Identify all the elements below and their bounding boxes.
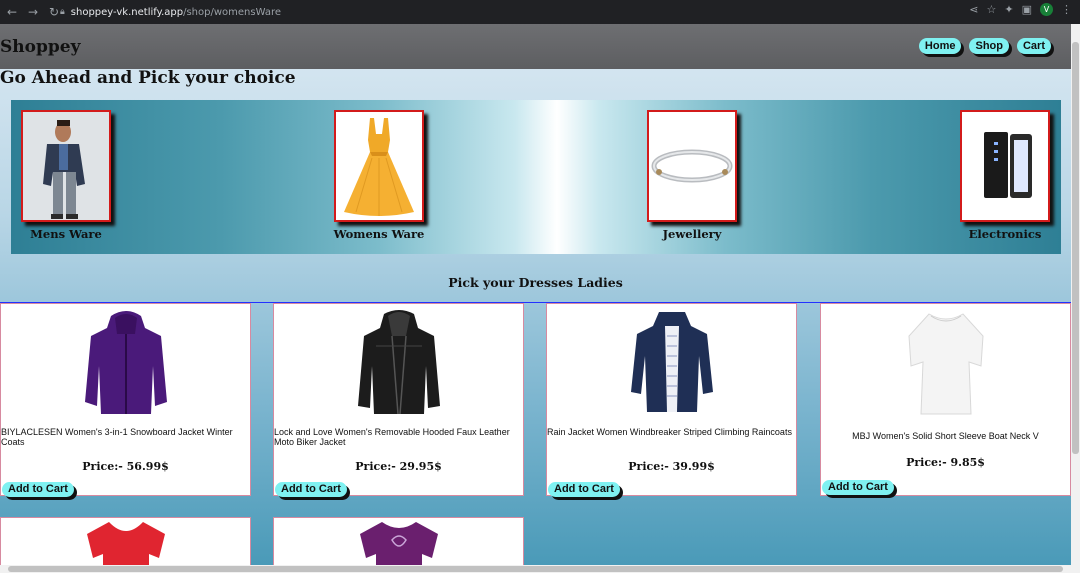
red-tshirt-image[interactable] xyxy=(1,518,250,565)
power-bank-image[interactable] xyxy=(960,110,1050,222)
forward-arrow-icon[interactable]: → xyxy=(24,3,42,21)
menu-kebab-icon[interactable]: ⋮ xyxy=(1061,3,1072,16)
main-nav: Home Shop Cart xyxy=(918,38,1051,54)
add-to-cart-button[interactable]: Add to Cart xyxy=(548,482,620,497)
profile-avatar[interactable]: V xyxy=(1040,3,1053,16)
product-name: MBJ Women's Solid Short Sleeve Boat Neck… xyxy=(852,431,1039,441)
category-label: Jewellery xyxy=(662,227,722,241)
yellow-dress-image[interactable] xyxy=(334,110,424,222)
back-arrow-icon[interactable]: ← xyxy=(3,3,21,21)
category-label: Electronics xyxy=(968,227,1042,241)
sidebar-icon[interactable]: ▣ xyxy=(1022,3,1032,16)
product-card xyxy=(0,517,251,565)
navy-raincoat-image[interactable] xyxy=(547,304,796,419)
horizontal-scroll-thumb[interactable] xyxy=(8,566,1063,572)
purple-tshirt-image[interactable] xyxy=(274,518,523,565)
nav-shop-button[interactable]: Shop xyxy=(969,38,1009,54)
nav-home-button[interactable]: Home xyxy=(918,38,962,54)
category-jewellery[interactable]: Jewellery xyxy=(632,110,752,241)
black-leather-jacket-image[interactable] xyxy=(274,304,523,419)
man-suit-image[interactable] xyxy=(21,110,111,222)
nav-cart-button[interactable]: Cart xyxy=(1016,38,1051,54)
category-label: Mens Ware xyxy=(30,227,102,241)
address-bar[interactable]: 🔒︎ shoppey-vk.netlify.app/shop/womensWar… xyxy=(60,3,1060,21)
category-electronics[interactable]: Electronics xyxy=(945,110,1065,241)
extensions-icon[interactable]: ✦ xyxy=(1004,3,1013,16)
horizontal-scrollbar[interactable] xyxy=(0,565,1080,573)
url-host: shoppey-vk.netlify.app xyxy=(70,6,184,18)
page-viewport: Shoppey Home Shop Cart Go Ahead and Pick… xyxy=(0,24,1071,565)
category-mens[interactable]: Mens Ware xyxy=(6,110,126,241)
site-header: Shoppey Home Shop Cart xyxy=(0,24,1071,69)
section-title: Pick your Dresses Ladies xyxy=(448,275,623,290)
vertical-scroll-thumb[interactable] xyxy=(1072,42,1079,454)
brand-logo[interactable]: Shoppey xyxy=(0,37,80,57)
product-name: BIYLACLESEN Women's 3-in-1 Snowboard Jac… xyxy=(1,427,233,447)
browser-toolbar: ← → ↻ 🔒︎ shoppey-vk.netlify.app/shop/wom… xyxy=(0,0,1080,24)
url-path: /shop/womensWare xyxy=(183,6,282,18)
product-card: MBJ Women's Solid Short Sleeve Boat Neck… xyxy=(820,303,1071,496)
product-card: Lock and Love Women's Removable Hooded F… xyxy=(273,303,524,497)
page-title: Go Ahead and Pick your choice xyxy=(0,68,296,88)
purple-jacket-image[interactable] xyxy=(1,304,250,419)
bracelet-image[interactable] xyxy=(647,110,737,222)
product-price: Price:- 56.99$ xyxy=(82,460,169,473)
lock-icon: 🔒︎ xyxy=(60,7,65,17)
add-to-cart-button[interactable]: Add to Cart xyxy=(2,482,74,497)
add-to-cart-button[interactable]: Add to Cart xyxy=(822,480,894,495)
share-icon[interactable]: ⋖ xyxy=(969,3,978,16)
vertical-scrollbar[interactable] xyxy=(1071,24,1080,565)
product-price: Price:- 39.99$ xyxy=(628,460,715,473)
product-price: Price:- 9.85$ xyxy=(906,456,985,469)
bookmark-star-icon[interactable]: ☆ xyxy=(987,3,997,16)
product-card: Rain Jacket Women Windbreaker Striped Cl… xyxy=(546,303,797,497)
product-name: Lock and Love Women's Removable Hooded F… xyxy=(274,427,510,447)
product-card: BIYLACLESEN Women's 3-in-1 Snowboard Jac… xyxy=(0,303,251,497)
category-banner: Mens Ware Womens Ware Jewellery Electron… xyxy=(11,100,1061,254)
product-card xyxy=(273,517,524,565)
add-to-cart-button[interactable]: Add to Cart xyxy=(275,482,347,497)
category-label: Womens Ware xyxy=(333,227,425,241)
category-womens[interactable]: Womens Ware xyxy=(319,110,439,241)
product-price: Price:- 29.95$ xyxy=(355,460,442,473)
product-name: Rain Jacket Women Windbreaker Striped Cl… xyxy=(547,427,792,437)
white-tshirt-image[interactable] xyxy=(821,304,1070,419)
